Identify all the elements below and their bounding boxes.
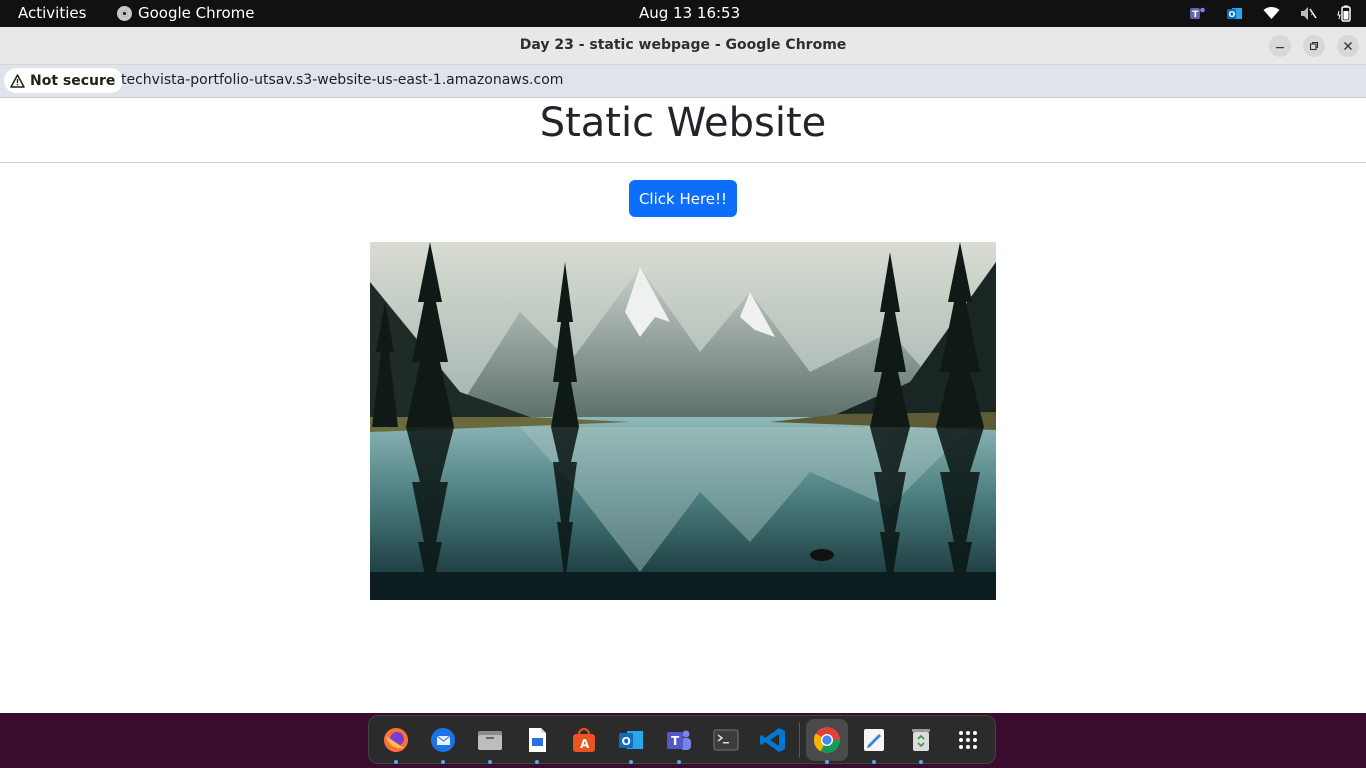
dock-item-text-editor[interactable] xyxy=(854,719,895,764)
top-bar: Activities Google Chrome Aug 13 16:53 T … xyxy=(0,0,1366,27)
battery-icon[interactable] xyxy=(1336,4,1354,22)
url-text[interactable]: techvista-portfolio-utsav.s3-website-us-… xyxy=(121,72,563,88)
vscode-icon xyxy=(759,727,785,752)
dock-item-firefox[interactable] xyxy=(375,719,416,764)
app-menu[interactable]: Google Chrome xyxy=(117,4,255,22)
firefox-icon xyxy=(383,727,408,752)
dock-item-files[interactable] xyxy=(469,719,510,764)
clock[interactable]: Aug 13 16:53 xyxy=(639,4,740,22)
running-indicator xyxy=(440,759,445,764)
wifi-icon[interactable] xyxy=(1262,4,1280,22)
svg-text:O: O xyxy=(622,735,631,748)
warning-icon xyxy=(10,73,25,88)
horizontal-divider xyxy=(0,162,1366,163)
dock-item-writer[interactable] xyxy=(516,719,557,764)
restore-icon xyxy=(1309,41,1319,51)
system-tray[interactable]: T O xyxy=(1188,4,1354,22)
minimize-icon xyxy=(1276,47,1284,49)
dock-item-vscode[interactable] xyxy=(752,719,793,761)
dock-item-teams[interactable]: T xyxy=(658,719,699,764)
running-indicator xyxy=(872,759,877,764)
dock-item-app-center[interactable]: A xyxy=(564,719,605,761)
maximize-button[interactable] xyxy=(1303,35,1325,57)
chrome-icon xyxy=(813,726,840,753)
dock-separator xyxy=(799,721,801,758)
document-icon xyxy=(529,727,547,752)
running-indicator xyxy=(676,759,681,764)
outlook-icon: O xyxy=(619,730,644,749)
close-button[interactable] xyxy=(1337,35,1359,57)
dock-item-trash[interactable] xyxy=(901,719,942,764)
thunderbird-icon xyxy=(430,727,455,752)
dock: A O T xyxy=(368,715,996,764)
running-indicator xyxy=(535,759,540,764)
running-indicator xyxy=(824,759,829,764)
window-title: Day 23 - static webpage - Google Chrome xyxy=(519,37,847,53)
running-indicator xyxy=(487,759,492,764)
app-menu-label: Google Chrome xyxy=(138,4,255,22)
text-editor-icon xyxy=(864,728,885,751)
trash-icon xyxy=(912,728,931,751)
sound-muted-icon[interactable] xyxy=(1299,4,1317,22)
running-indicator xyxy=(393,759,398,764)
click-here-button[interactable]: Click Here!! xyxy=(629,180,737,217)
landscape-image xyxy=(370,242,996,600)
dock-item-terminal[interactable] xyxy=(705,719,746,761)
web-page: Static Website Click Here!! xyxy=(0,98,1366,713)
activities-button[interactable]: Activities xyxy=(18,4,86,22)
terminal-icon xyxy=(713,729,739,750)
svg-text:T: T xyxy=(671,734,680,748)
app-grid-icon xyxy=(959,730,978,749)
svg-text:T: T xyxy=(1192,10,1199,20)
svg-text:O: O xyxy=(1228,10,1235,19)
window-title-bar[interactable]: Day 23 - static webpage - Google Chrome xyxy=(0,27,1366,65)
dock-item-chrome[interactable] xyxy=(806,718,848,764)
minimize-button[interactable] xyxy=(1269,35,1291,57)
security-indicator[interactable]: Not secure xyxy=(4,68,124,93)
dock-item-thunderbird[interactable] xyxy=(422,719,463,764)
dock-item-show-apps[interactable] xyxy=(948,719,989,761)
svg-text:A: A xyxy=(580,737,590,751)
security-label: Not secure xyxy=(30,72,116,89)
outlook-icon[interactable]: O xyxy=(1225,4,1243,22)
dock-item-outlook[interactable]: O xyxy=(611,719,652,764)
teams-icon[interactable]: T xyxy=(1188,4,1206,22)
close-icon xyxy=(1344,42,1352,50)
files-icon xyxy=(477,730,502,750)
running-indicator xyxy=(919,759,924,764)
teams-icon: T xyxy=(666,730,691,750)
address-bar[interactable]: Not secure techvista-portfolio-utsav.s3-… xyxy=(0,65,1366,98)
app-center-icon: A xyxy=(573,727,596,752)
chrome-icon xyxy=(117,5,132,21)
running-indicator xyxy=(629,759,634,764)
page-title: Static Website xyxy=(539,100,827,146)
